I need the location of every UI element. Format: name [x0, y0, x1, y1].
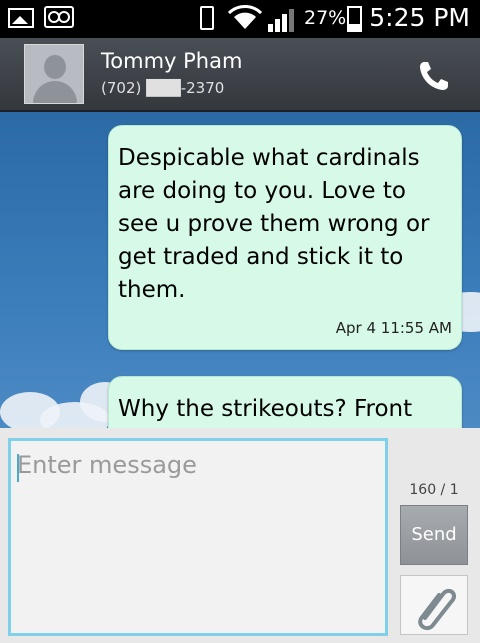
- message-placeholder: Enter message: [17, 451, 197, 479]
- message-text: Why the strikeouts? Front: [118, 396, 413, 422]
- person-body: [33, 81, 77, 103]
- message-input[interactable]: Enter message: [8, 438, 388, 636]
- battery-percent: 27%: [304, 7, 347, 29]
- conversation-header: Tommy Pham (702) ███-2370: [0, 38, 480, 112]
- clock: 5:25 PM: [369, 3, 470, 32]
- message-composer: Enter message 160 / 1 Send: [0, 428, 480, 643]
- send-button[interactable]: Send: [400, 505, 468, 565]
- vibrate-icon: [200, 6, 214, 30]
- message-bubble[interactable]: Why the strikeouts? Front: [108, 376, 462, 428]
- battery-icon: [347, 6, 362, 32]
- gallery-icon: [8, 8, 34, 28]
- contact-name: Tommy Pham: [101, 49, 243, 73]
- message-timestamp: Apr 4 11:55 AM: [335, 319, 452, 337]
- voicemail-icon: [44, 6, 74, 28]
- paperclip-icon: [418, 588, 457, 631]
- signal-icon: [268, 6, 300, 32]
- status-bar: 27% 5:25 PM: [0, 0, 480, 38]
- message-text: Despicable what cardinals are doing to y…: [118, 145, 430, 303]
- phone-icon[interactable]: [412, 54, 456, 98]
- wifi-icon: [228, 5, 262, 29]
- message-bubble[interactable]: Despicable what cardinals are doing to y…: [108, 125, 462, 350]
- contact-number: (702) ███-2370: [101, 79, 225, 97]
- character-counter: 160 / 1: [409, 482, 459, 498]
- contact-avatar[interactable]: [24, 44, 84, 104]
- person-icon: [44, 55, 66, 79]
- attach-button[interactable]: [400, 575, 468, 635]
- conversation-thread[interactable]: Despicable what cardinals are doing to y…: [0, 112, 480, 428]
